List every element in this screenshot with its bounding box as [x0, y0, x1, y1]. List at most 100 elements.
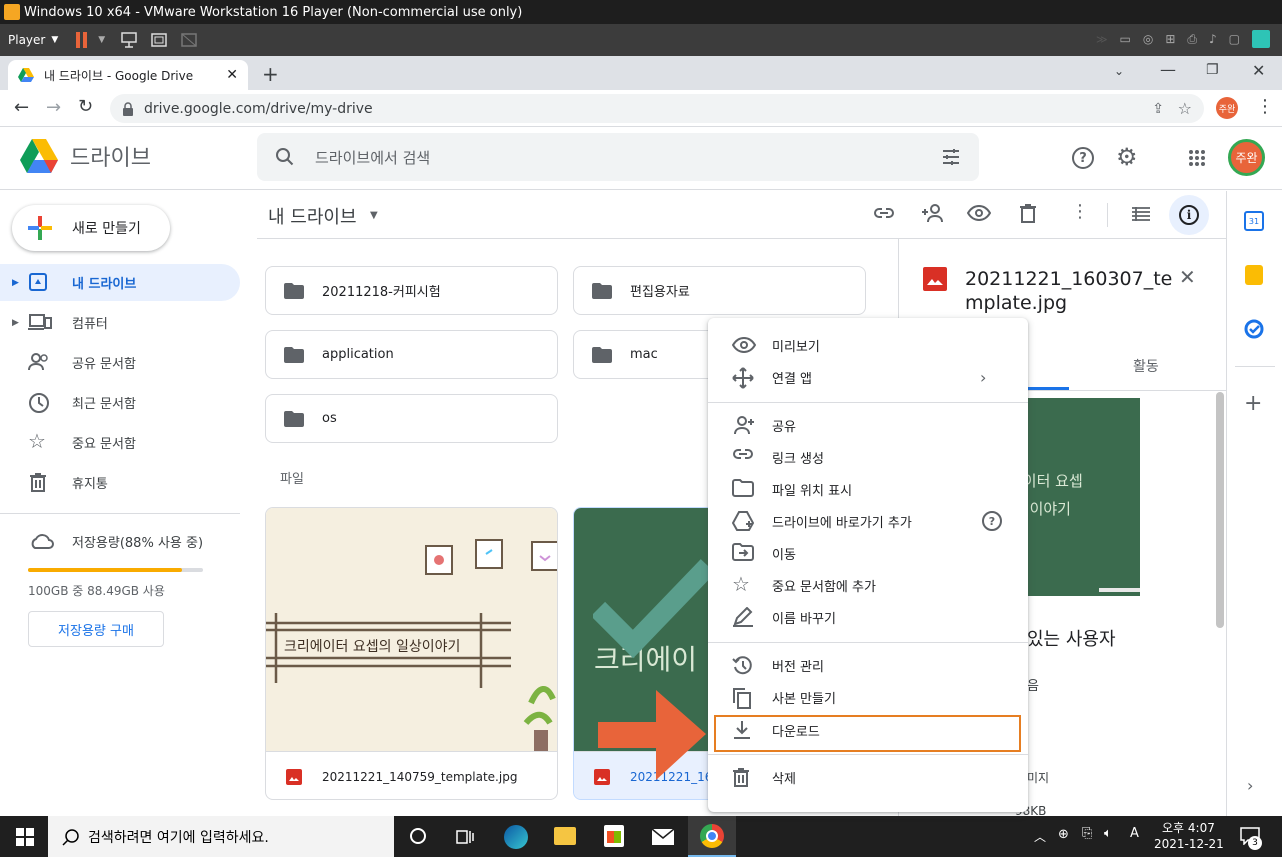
- help-circle-icon[interactable]: ?: [982, 511, 1002, 531]
- taskbar-time[interactable]: 오후 4:07: [1162, 819, 1215, 836]
- search-icon[interactable]: [275, 147, 295, 167]
- menu-item-delete[interactable]: 삭제: [708, 761, 1028, 793]
- printer-icon[interactable]: ⎙: [1187, 32, 1197, 47]
- file-explorer-icon[interactable]: [554, 827, 576, 845]
- new-tab-icon[interactable]: +: [262, 62, 279, 86]
- player-menu[interactable]: Player: [8, 33, 45, 47]
- tab-close-icon[interactable]: ✕: [226, 67, 238, 83]
- hdd-icon[interactable]: ▭: [1119, 32, 1130, 46]
- tray-overflow-icon[interactable]: ︿: [1034, 828, 1046, 845]
- display-icon[interactable]: ▢: [1229, 32, 1240, 46]
- profile-avatar[interactable]: 주완: [1216, 97, 1238, 119]
- tab-search-icon[interactable]: ⌄: [1114, 64, 1124, 78]
- sidebar-item-trash[interactable]: 휴지통: [0, 464, 240, 501]
- vm-device-icon[interactable]: ≫: [1096, 33, 1108, 46]
- reload-icon[interactable]: ↻: [78, 96, 93, 117]
- back-icon[interactable]: ←: [14, 97, 29, 118]
- folder-item[interactable]: application: [265, 330, 558, 379]
- download-highlight-annotation: [714, 715, 1021, 752]
- buy-storage-button[interactable]: 저장용량 구매: [28, 611, 164, 647]
- pause-chevron-icon[interactable]: ▼: [98, 35, 105, 45]
- chrome-taskbar-item[interactable]: [688, 816, 736, 857]
- expand-arrow-icon[interactable]: ▶: [12, 318, 19, 328]
- show-side-panel-icon[interactable]: ›: [1247, 776, 1253, 795]
- sidebar-item-recent[interactable]: 최근 문서함: [0, 384, 240, 421]
- taskbar-date[interactable]: 2021-12-21: [1154, 837, 1224, 851]
- cd-icon[interactable]: ◎: [1143, 32, 1153, 46]
- details-toggle-button[interactable]: i: [1169, 195, 1209, 235]
- send-ctrl-alt-del-icon[interactable]: [119, 31, 139, 49]
- minimize-icon[interactable]: —: [1160, 60, 1176, 79]
- tasks-icon[interactable]: [1244, 319, 1264, 339]
- tray-volume-icon[interactable]: 🔈︎: [1104, 826, 1112, 841]
- settings-gear-icon[interactable]: ⚙: [1116, 143, 1138, 171]
- sound-icon[interactable]: ♪: [1209, 32, 1217, 46]
- expand-arrow-icon[interactable]: ▶: [12, 278, 19, 288]
- restore-icon[interactable]: ❐: [1206, 62, 1219, 78]
- pause-icon[interactable]: [76, 32, 90, 48]
- details-close-icon[interactable]: ✕: [1179, 265, 1196, 289]
- menu-item-make-copy[interactable]: 사본 만들기: [708, 681, 1028, 713]
- search-options-icon[interactable]: [941, 148, 961, 166]
- browser-tab[interactable]: 내 드라이브 - Google Drive ✕: [8, 60, 248, 90]
- window-close-icon[interactable]: ✕: [1252, 61, 1265, 80]
- folder-item[interactable]: os: [265, 394, 558, 443]
- sidebar-item-starred[interactable]: ☆ 중요 문서함: [0, 424, 240, 461]
- fullscreen-icon[interactable]: [149, 31, 169, 49]
- forward-icon[interactable]: →: [46, 97, 61, 118]
- tray-device-icon[interactable]: ⊕: [1058, 827, 1069, 842]
- task-view-icon[interactable]: [456, 828, 474, 846]
- drive-search-box[interactable]: 드라이브에서 검색: [257, 133, 979, 181]
- unity-icon[interactable]: [179, 31, 199, 49]
- details-tab-activity[interactable]: 활동: [1133, 356, 1159, 376]
- folder-item[interactable]: 20211218-커피시험: [265, 266, 558, 315]
- edge-icon[interactable]: [504, 825, 528, 849]
- menu-item-move[interactable]: 이동: [708, 537, 1028, 569]
- mail-icon[interactable]: [651, 828, 675, 846]
- account-avatar[interactable]: 주완: [1228, 139, 1265, 176]
- delete-trash-icon[interactable]: [1019, 203, 1037, 223]
- details-scrollbar[interactable]: [1216, 392, 1224, 628]
- link-icon[interactable]: [873, 206, 895, 220]
- tray-ime-indicator[interactable]: A: [1130, 826, 1139, 841]
- sidebar-item-computers[interactable]: ▶ 컴퓨터: [0, 304, 240, 341]
- new-button[interactable]: 새로 만들기: [12, 205, 170, 251]
- drive-brand[interactable]: 드라이브: [20, 139, 151, 173]
- preview-eye-icon[interactable]: [967, 205, 991, 221]
- menu-item-add-shortcut[interactable]: 드라이브에 바로가기 추가 ?: [708, 505, 1028, 537]
- taskbar-search-box[interactable]: 검색하려면 여기에 입력하세요.: [48, 816, 394, 857]
- apps-grid-icon[interactable]: [1188, 149, 1206, 167]
- calendar-icon[interactable]: 31: [1244, 211, 1264, 231]
- help-icon[interactable]: ?: [1072, 147, 1094, 169]
- file-card[interactable]: 크리에이터 요셉의 일상이야기 20211221_140759_template…: [265, 507, 558, 800]
- sidebar-item-my-drive[interactable]: ▶ 내 드라이브: [0, 264, 240, 301]
- folder-item[interactable]: 편집용자료: [573, 266, 866, 315]
- menu-item-preview[interactable]: 미리보기: [708, 329, 1028, 361]
- menu-item-show-location[interactable]: 파일 위치 표시: [708, 473, 1028, 505]
- windows-start-icon[interactable]: [16, 828, 34, 846]
- keep-icon[interactable]: [1245, 265, 1263, 285]
- breadcrumb[interactable]: 내 드라이브: [268, 203, 357, 229]
- player-menu-chevron-icon[interactable]: ▼: [51, 35, 58, 45]
- menu-item-add-starred[interactable]: ☆ 중요 문서함에 추가: [708, 569, 1028, 601]
- cortana-icon[interactable]: [410, 828, 426, 844]
- message-icon[interactable]: [1252, 30, 1270, 48]
- menu-item-share[interactable]: 공유: [708, 409, 1028, 441]
- share-person-add-icon[interactable]: [921, 203, 945, 223]
- network-icon[interactable]: ⊞: [1165, 32, 1175, 46]
- sidebar-item-shared[interactable]: 공유 문서함: [0, 344, 240, 381]
- store-icon[interactable]: [604, 825, 624, 847]
- share-page-icon[interactable]: ⇪: [1152, 101, 1164, 117]
- menu-item-rename[interactable]: 이름 바꾸기: [708, 601, 1028, 633]
- address-bar[interactable]: drive.google.com/drive/my-drive ⇪ ☆: [110, 94, 1204, 123]
- bookmark-star-icon[interactable]: ☆: [1178, 99, 1192, 118]
- menu-item-open-with[interactable]: 연결 앱 ›: [708, 361, 1028, 393]
- breadcrumb-dropdown-icon[interactable]: ▼: [370, 210, 378, 221]
- browser-menu-icon[interactable]: ⋮: [1256, 96, 1274, 117]
- more-actions-icon[interactable]: ⋮: [1071, 201, 1089, 222]
- add-addon-icon[interactable]: +: [1244, 391, 1262, 416]
- menu-item-get-link[interactable]: 링크 생성: [708, 441, 1028, 473]
- menu-item-manage-versions[interactable]: 버전 관리: [708, 649, 1028, 681]
- tray-network-icon[interactable]: ⎘: [1082, 826, 1092, 841]
- list-view-icon[interactable]: [1131, 206, 1151, 222]
